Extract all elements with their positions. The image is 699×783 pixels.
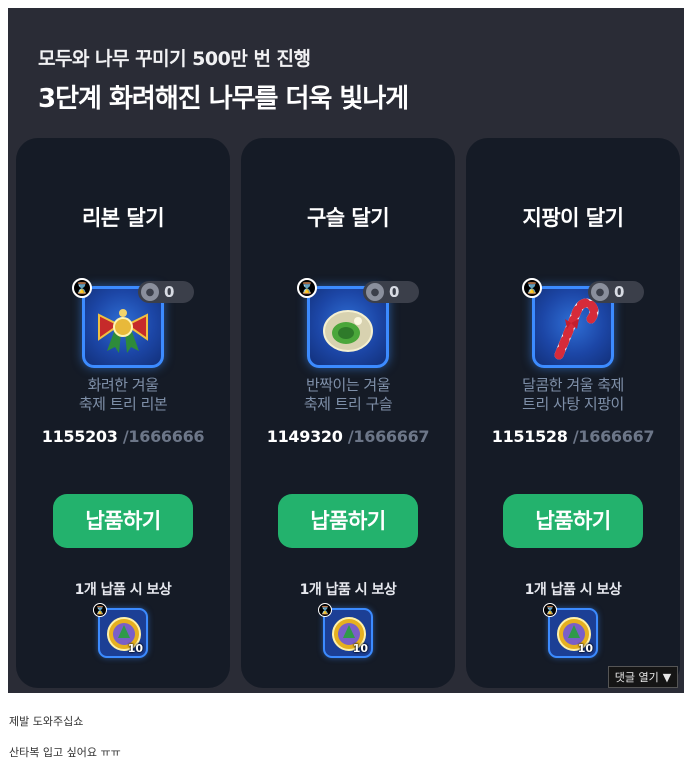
reward-slot[interactable]: 10 — [323, 608, 373, 658]
caret-down-icon: ▼ — [662, 670, 672, 684]
deliver-button[interactable]: 납품하기 — [503, 494, 643, 548]
hourglass-icon: ⌛ — [522, 278, 542, 298]
progress-count: 1151528 /1666667 — [466, 427, 680, 446]
item-name-line2: 축제 트리 구슬 — [303, 395, 393, 413]
reward-label: 1개 납품 시 보상 — [299, 582, 397, 598]
event-banner: 모두와 나무 꾸미기 500만 번 진행 3단계 화려해진 나무를 더욱 빛나게… — [8, 8, 684, 693]
owned-count: 0 — [389, 283, 400, 301]
bag-icon: ● — [141, 283, 159, 301]
item-name-line1: 화려한 겨울 — [87, 376, 159, 394]
reward-quantity: 10 — [577, 642, 593, 655]
item-name-line2: 트리 사탕 지팡이 — [522, 395, 624, 413]
banner-subtitle: 모두와 나무 꾸미기 500만 번 진행 — [38, 48, 311, 70]
open-comments-button[interactable]: 댓글 열기 ▼ — [608, 666, 678, 688]
reward-quantity: 10 — [127, 642, 143, 655]
hourglass-icon: ⌛ — [543, 603, 557, 617]
owned-count-badge: ● 0 — [363, 281, 419, 303]
reward-quantity: 10 — [352, 642, 368, 655]
progress-current: 1149320 — [266, 427, 343, 446]
item-name: 달콤한 겨울 축제 트리 사탕 지팡이 — [466, 376, 680, 414]
hourglass-icon: ⌛ — [72, 278, 92, 298]
hourglass-icon: ⌛ — [318, 603, 332, 617]
reward-slot[interactable]: 10 — [98, 608, 148, 658]
item-name: 반짝이는 겨울 축제 트리 구슬 — [241, 376, 455, 414]
deliver-button[interactable]: 납품하기 — [53, 494, 193, 548]
owned-count-badge: ● 0 — [588, 281, 644, 303]
item-name-line2: 축제 트리 리본 — [78, 395, 168, 413]
banner-title: 3단계 화려해진 나무를 더욱 빛나게 — [38, 84, 409, 114]
progress-total: /1666667 — [347, 427, 430, 446]
item-name-line1: 달콤한 겨울 축제 — [522, 376, 624, 394]
mission-card-ornament: 구슬 달기 ⌛ ● 0 반짝이는 겨울 축제 트리 구슬 1149320 /16… — [241, 138, 455, 688]
bag-icon: ● — [591, 283, 609, 301]
hourglass-icon: ⌛ — [93, 603, 107, 617]
progress-current: 1151528 — [491, 427, 568, 446]
owned-count-badge: ● 0 — [138, 281, 194, 303]
card-title: 구슬 달기 — [306, 206, 390, 230]
progress-total: /1666666 — [122, 427, 205, 446]
post-text-line: 산타복 입고 싶어요 ㅠㅠ — [9, 746, 121, 759]
progress-count: 1149320 /1666667 — [241, 427, 455, 446]
reward-label: 1개 납품 시 보상 — [74, 582, 172, 598]
mission-card-candy-cane: 지팡이 달기 ⌛ ● 0 달콤한 겨울 축제 트리 사탕 지팡이 1151528… — [466, 138, 680, 688]
deliver-button[interactable]: 납품하기 — [278, 494, 418, 548]
item-name: 화려한 겨울 축제 트리 리본 — [16, 376, 230, 414]
reward-slot[interactable]: 10 — [548, 608, 598, 658]
item-name-line1: 반짝이는 겨울 — [305, 376, 391, 394]
post-text-line: 제발 도와주십쇼 — [9, 715, 84, 728]
progress-current: 1155203 — [41, 427, 118, 446]
owned-count: 0 — [614, 283, 625, 301]
progress-count: 1155203 /1666666 — [16, 427, 230, 446]
mission-card-ribbon: 리본 달기 ⌛ ● 0 화려한 겨울 축제 트리 리본 1155203 /166… — [16, 138, 230, 688]
reward-label: 1개 납품 시 보상 — [524, 582, 622, 598]
owned-count: 0 — [164, 283, 175, 301]
open-comments-label: 댓글 열기 — [614, 671, 659, 684]
card-title: 지팡이 달기 — [522, 206, 624, 230]
hourglass-icon: ⌛ — [297, 278, 317, 298]
card-title: 리본 달기 — [81, 206, 165, 230]
bag-icon: ● — [366, 283, 384, 301]
progress-total: /1666667 — [572, 427, 655, 446]
